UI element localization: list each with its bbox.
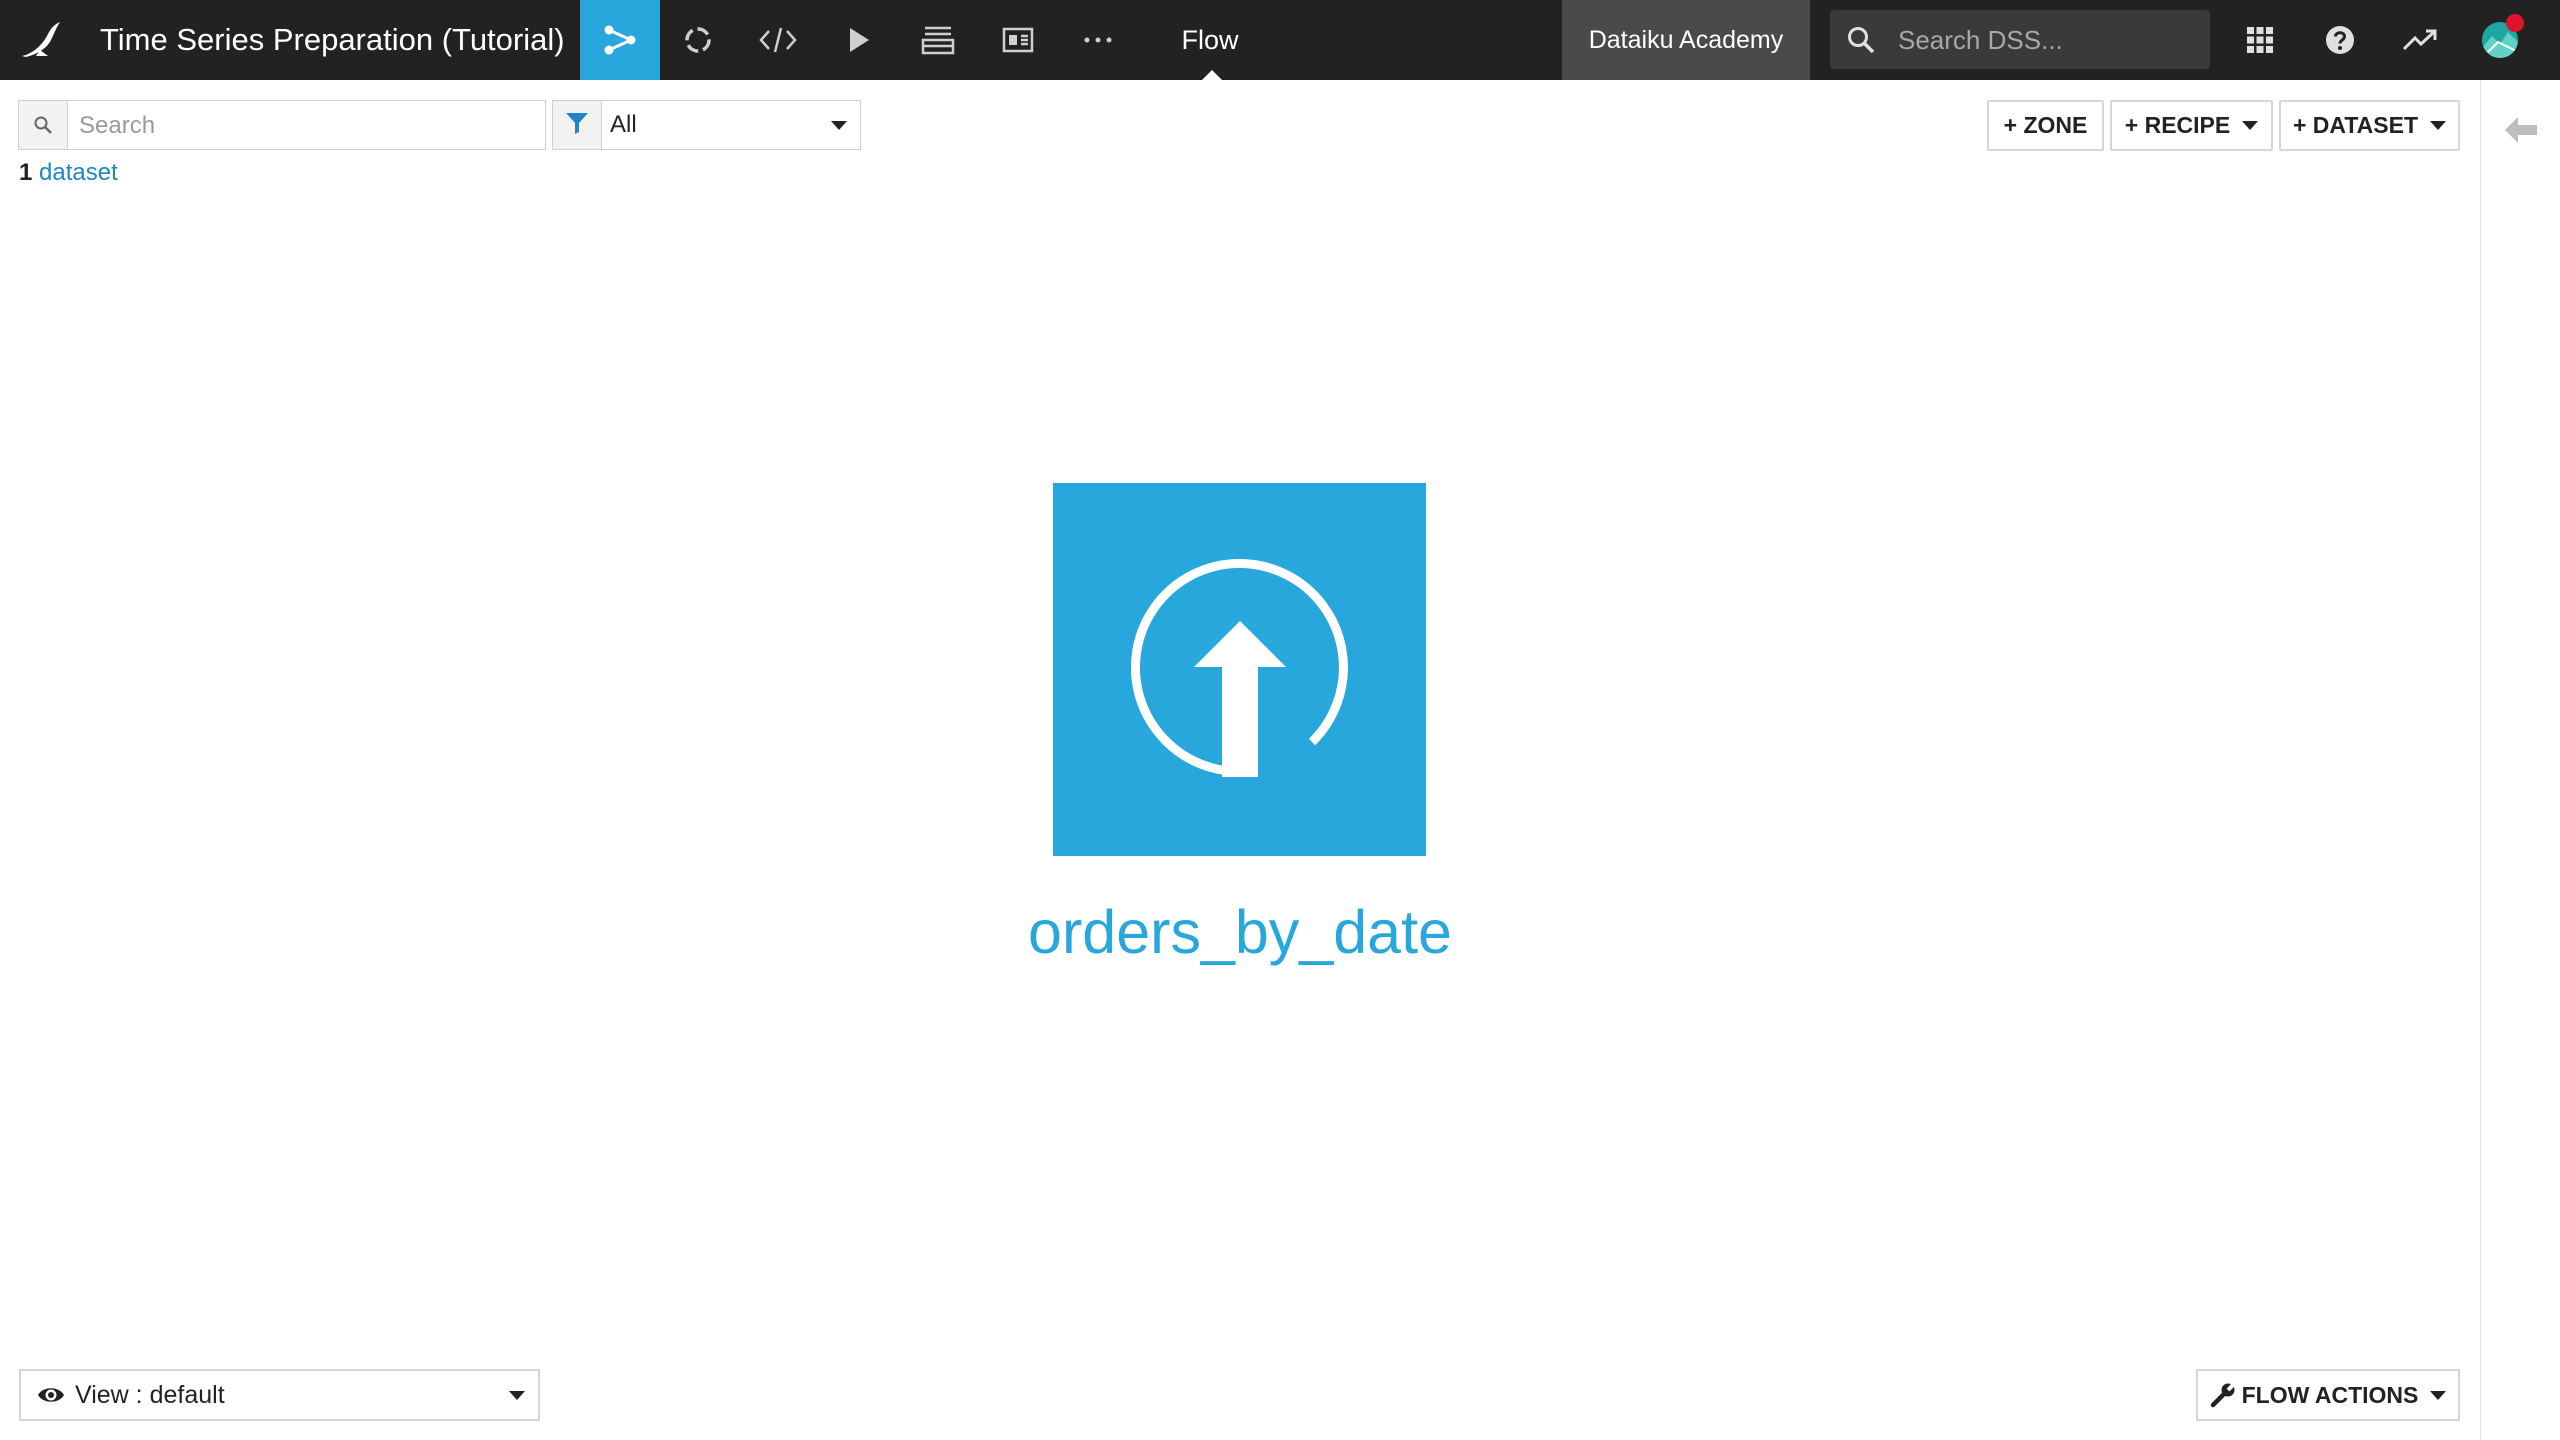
dataset-count-number: 1: [19, 159, 33, 186]
notification-badge: [2506, 14, 2524, 32]
search-icon: [1846, 25, 1876, 60]
right-panel-rail: [2480, 80, 2560, 1440]
wiki-nav-icon[interactable]: [898, 0, 978, 80]
flow-search-input[interactable]: [77, 101, 541, 151]
dataiku-logo-icon[interactable]: [0, 0, 80, 80]
dataset-name[interactable]: orders_by_date: [940, 892, 1540, 972]
filter-button[interactable]: [552, 100, 602, 150]
add-recipe-button[interactable]: + RECIPE: [2110, 100, 2273, 151]
arrow-left-icon[interactable]: [2501, 110, 2541, 155]
active-section-label[interactable]: Flow: [1150, 0, 1270, 80]
active-section-indicator: [1202, 70, 1222, 80]
apps-grid-icon[interactable]: [2220, 0, 2300, 80]
eye-icon: [37, 1383, 65, 1412]
chevron-down-icon: [509, 1391, 525, 1400]
flow-actions-label: FLOW ACTIONS: [2241, 1381, 2419, 1408]
filter-select[interactable]: All: [602, 100, 861, 150]
view-select[interactable]: View : default: [19, 1369, 540, 1421]
chevron-down-icon: [2242, 121, 2259, 130]
dataset-node[interactable]: [1053, 483, 1426, 856]
top-navigation-bar: Time Series Preparation (Tutorial) Flow …: [0, 0, 2560, 80]
add-zone-button[interactable]: + ZONE: [1987, 100, 2104, 151]
trending-icon[interactable]: [2380, 0, 2460, 80]
global-search[interactable]: [1830, 10, 2210, 71]
global-search-input[interactable]: [1896, 10, 2200, 71]
wrench-icon: [2210, 1382, 2236, 1408]
chevron-down-icon: [2430, 1390, 2447, 1400]
add-recipe-label: + RECIPE: [2124, 112, 2231, 138]
filter-select-value: All: [610, 111, 637, 138]
more-nav-icon[interactable]: [1058, 0, 1138, 80]
dashboard-nav-icon[interactable]: [978, 0, 1058, 80]
flow-nav-icon[interactable]: [580, 0, 660, 80]
chevron-down-icon: [831, 121, 847, 130]
search-icon: [19, 101, 68, 149]
add-dataset-button[interactable]: + DATASET: [2279, 100, 2460, 151]
dataset-count-link[interactable]: dataset: [39, 159, 118, 186]
chevron-down-icon: [2430, 121, 2447, 130]
code-nav-icon[interactable]: [738, 0, 818, 80]
project-title[interactable]: Time Series Preparation (Tutorial): [100, 0, 565, 80]
view-select-value: View : default: [75, 1381, 225, 1409]
filter-icon: [564, 110, 590, 141]
flow-search[interactable]: [18, 100, 546, 151]
run-nav-icon[interactable]: [818, 0, 898, 80]
instance-name[interactable]: Dataiku Academy: [1562, 0, 1810, 80]
add-dataset-label: + DATASET: [2292, 112, 2419, 138]
lab-nav-icon[interactable]: [658, 0, 738, 80]
flow-actions-button[interactable]: FLOW ACTIONS: [2196, 1369, 2460, 1421]
add-zone-label: + ZONE: [2003, 112, 2088, 138]
upload-icon: [1053, 559, 1426, 860]
dataset-count: 1 dataset: [19, 156, 118, 190]
help-icon[interactable]: [2300, 0, 2380, 80]
